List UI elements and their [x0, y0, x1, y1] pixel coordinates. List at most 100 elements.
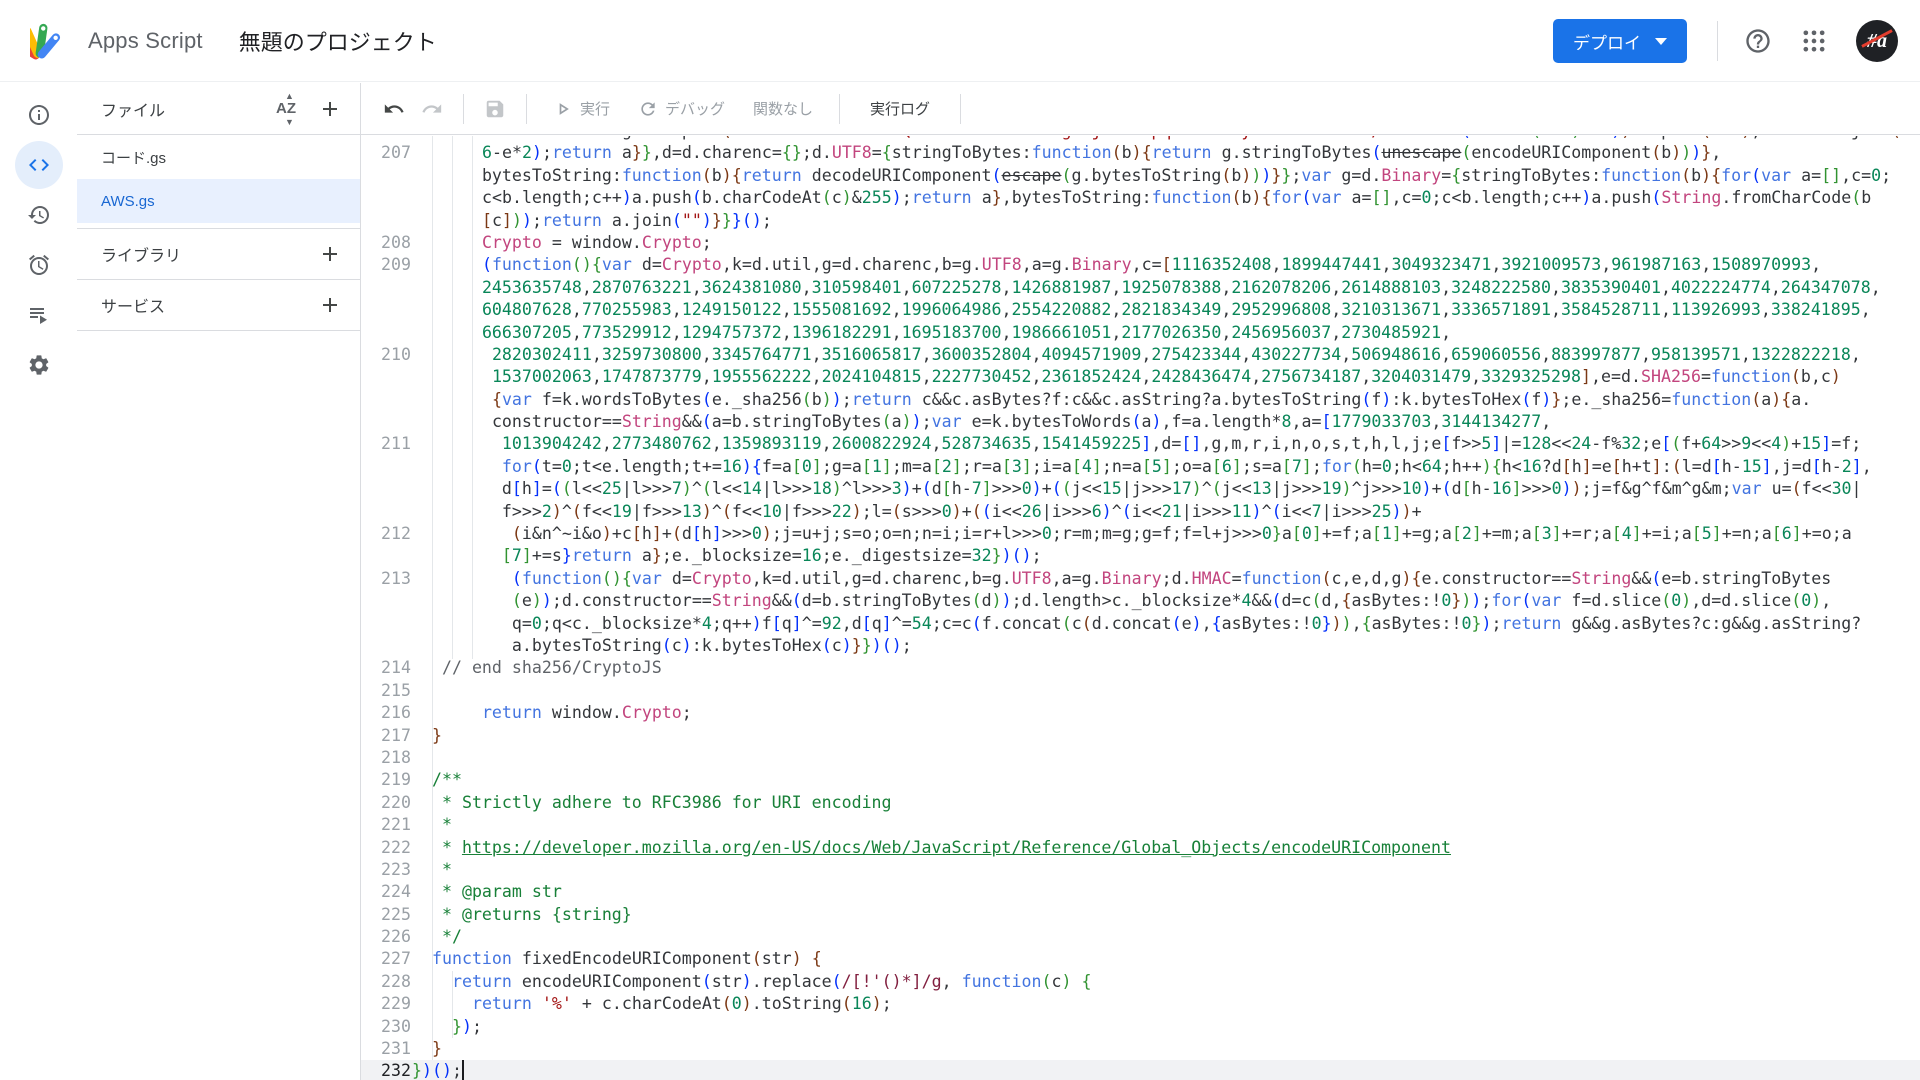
sidebar-item-triggers[interactable]: [15, 241, 63, 289]
line-number: 209: [361, 254, 411, 276]
code-text: bytesToString:function(b){return decodeU…: [412, 165, 1891, 187]
save-button[interactable]: [476, 90, 514, 128]
debug-icon: [638, 99, 658, 119]
line-number: 212: [361, 523, 411, 545]
code-line-213[interactable]: 213 (function(){var d=Crypto,k=d.util,g=…: [361, 568, 1920, 590]
line-number: 214: [361, 657, 411, 679]
code-line-228[interactable]: 228 return encodeURIComponent(str).repla…: [361, 971, 1920, 993]
sidebar-item-editor[interactable]: [15, 141, 63, 189]
code-text: constructor==String&&(a=b.stringToBytes(…: [412, 411, 1551, 433]
code-text: {var f=k.wordsToBytes(e._sha256(b));retu…: [412, 389, 1811, 411]
undo-button[interactable]: [375, 90, 413, 128]
line-number: 229: [361, 993, 411, 1015]
header-divider: [1717, 21, 1718, 61]
add-file-icon[interactable]: [318, 97, 342, 121]
code-line-wrap[interactable]: {var f=k.wordsToBytes(e._sha256(b));retu…: [361, 389, 1920, 411]
file-item-aws-gs[interactable]: AWS.gs: [77, 179, 360, 223]
line-number: 225: [361, 904, 411, 926]
code-line-217[interactable]: 217 }: [361, 725, 1920, 747]
code-text: 604807628,770255983,1249150122,155508169…: [412, 299, 1871, 321]
code-line-227[interactable]: 227 function fixedEncodeURIComponent(str…: [361, 948, 1920, 970]
code-line-wrap[interactable]: constructor==String&&(a=b.stringToBytes(…: [361, 411, 1920, 433]
code-line-wrap[interactable]: 604807628,770255983,1249150122,155508169…: [361, 299, 1920, 321]
code-line-218[interactable]: 218: [361, 747, 1920, 769]
code-line-wrap[interactable]: 2453635748,2870763221,3624381080,3105984…: [361, 277, 1920, 299]
sidebar-item-overview[interactable]: [15, 91, 63, 139]
code-line-214[interactable]: 214 // end sha256/CryptoJS: [361, 657, 1920, 679]
code-line-wrap[interactable]: [7]+=s}return a};e._blocksize=16;e._dige…: [361, 545, 1920, 567]
sidebar-item-settings[interactable]: [15, 341, 63, 389]
code-line-226[interactable]: 226 */: [361, 926, 1920, 948]
line-number: [361, 299, 411, 321]
code-line-wrap[interactable]: 1537002063,1747873779,1955562222,2024104…: [361, 366, 1920, 388]
code-text: for(t=0;t<e.length;t+=16){f=a[0];g=a[1];…: [412, 456, 1872, 478]
avatar[interactable]: #a: [1856, 20, 1898, 62]
code-line-210[interactable]: 210 2820302411,3259730800,3345764771,351…: [361, 344, 1920, 366]
code-line-wrap[interactable]: 666307205,773529912,1294757372,139618229…: [361, 322, 1920, 344]
help-icon[interactable]: [1744, 27, 1772, 55]
code-text: });: [412, 1016, 482, 1038]
code-line-211[interactable]: 211 1013904242,2773480762,1359893119,260…: [361, 433, 1920, 455]
code-line-wrap[interactable]: a.bytesToString(c):k.bytesToHex(c)}})();: [361, 635, 1920, 657]
code-line-wrap[interactable]: c<b.length;c++)a.push(b.charCodeAt(c)&25…: [361, 187, 1920, 209]
project-title[interactable]: 無題のプロジェクト: [239, 25, 437, 57]
code-line-215[interactable]: 215: [361, 680, 1920, 702]
code-text: return '%' + c.charCodeAt(0).toString(16…: [412, 993, 892, 1015]
sort-az-icon[interactable]: AZ▲▼: [276, 100, 296, 117]
code-line-229[interactable]: 229 return '%' + c.charCodeAt(0).toStrin…: [361, 993, 1920, 1015]
line-number: 216: [361, 702, 411, 724]
code-line-222[interactable]: 222 * https://developer.mozilla.org/en-U…: [361, 837, 1920, 859]
code-line-231[interactable]: 231 }: [361, 1038, 1920, 1060]
code-line-wrap[interactable]: q=0;q<c._blocksize*4;q++)f[q]^=92,d[q]^=…: [361, 613, 1920, 635]
line-number: 215: [361, 680, 411, 702]
sidebar-item-executions[interactable]: [15, 291, 63, 339]
code-line-wrap[interactable]: f>>>2)^(f<<19|f>>>13)^(f<<10|f>>>22);l=(…: [361, 501, 1920, 523]
execution-log-button[interactable]: 実行ログ: [852, 98, 948, 119]
code-line-219[interactable]: 219 /**: [361, 769, 1920, 791]
add-service-icon[interactable]: [318, 293, 342, 317]
code-line-225[interactable]: 225 * @returns {string}: [361, 904, 1920, 926]
code-line-223[interactable]: 223 *: [361, 859, 1920, 881]
code-line-wrap[interactable]: [c]));return a.join("")}}}();: [361, 210, 1920, 232]
line-number: [361, 187, 411, 209]
code-line-wrap[interactable]: d[h]=((l<<25|l>>>7)^(l<<14|l>>>18)^l>>>3…: [361, 478, 1920, 500]
redo-button[interactable]: [413, 90, 451, 128]
code-text: *: [412, 859, 452, 881]
line-number: 227: [361, 948, 411, 970]
code-line-wrap[interactable]: for(t=0;t<e.length;t+=16){f=a[0];g=a[1];…: [361, 456, 1920, 478]
function-select[interactable]: 関数なし: [739, 98, 827, 119]
file-item-code-gs[interactable]: コード.gs: [77, 135, 360, 179]
code-text: (i&n^~i&o)+c[h]+(d[h]>>>0);j=u+j;s=o;o=n…: [412, 523, 1852, 545]
deploy-button[interactable]: デプロイ: [1553, 19, 1687, 63]
code-text: (e));d.constructor==String&&(d=b.stringT…: [412, 590, 1831, 612]
line-number: [361, 478, 411, 500]
executions-icon: [27, 303, 51, 327]
code-line-224[interactable]: 224 * @param str: [361, 881, 1920, 903]
run-button[interactable]: 実行: [539, 98, 624, 119]
debug-button[interactable]: デバッグ: [624, 98, 739, 119]
code-text: * Strictly adhere to RFC3986 for URI enc…: [412, 792, 892, 814]
code-editor[interactable]: 6*e%8>=8*a.length?b.push("ABCDEFGHIJKLMN…: [361, 136, 1920, 1080]
apps-script-logo-icon: [30, 19, 74, 63]
code-line-221[interactable]: 221 *: [361, 814, 1920, 836]
code-line-230[interactable]: 230 });: [361, 1016, 1920, 1038]
code-line-232[interactable]: 232})();: [361, 1060, 1920, 1080]
code-line-209[interactable]: 209 (function(){var d=Crypto,k=d.util,g=…: [361, 254, 1920, 276]
code-line-wrap[interactable]: bytesToString:function(b){return decodeU…: [361, 165, 1920, 187]
code-line-wrap[interactable]: (e));d.constructor==String&&(d=b.stringT…: [361, 590, 1920, 612]
files-title: ファイル: [101, 97, 276, 121]
code-line-207[interactable]: 207 6-e*2);return a}},d=d.charenc={};d.U…: [361, 142, 1920, 164]
code-line-212[interactable]: 212 (i&n^~i&o)+c[h]+(d[h]>>>0);j=u+j;s=o…: [361, 523, 1920, 545]
line-number: [361, 545, 411, 567]
code-text: return encodeURIComponent(str).replace(/…: [412, 971, 1092, 993]
line-number: [361, 322, 411, 344]
add-library-icon[interactable]: [318, 242, 342, 266]
code-line-216[interactable]: 216 return window.Crypto;: [361, 702, 1920, 724]
line-number: 231: [361, 1038, 411, 1060]
line-number: [361, 210, 411, 232]
apps-grid-icon[interactable]: [1800, 27, 1828, 55]
code-text: d[h]=((l<<25|l>>>7)^(l<<14|l>>>18)^l>>>3…: [412, 478, 1862, 500]
sidebar-item-history[interactable]: [15, 191, 63, 239]
code-line-208[interactable]: 208 Crypto = window.Crypto;: [361, 232, 1920, 254]
code-line-220[interactable]: 220 * Strictly adhere to RFC3986 for URI…: [361, 792, 1920, 814]
